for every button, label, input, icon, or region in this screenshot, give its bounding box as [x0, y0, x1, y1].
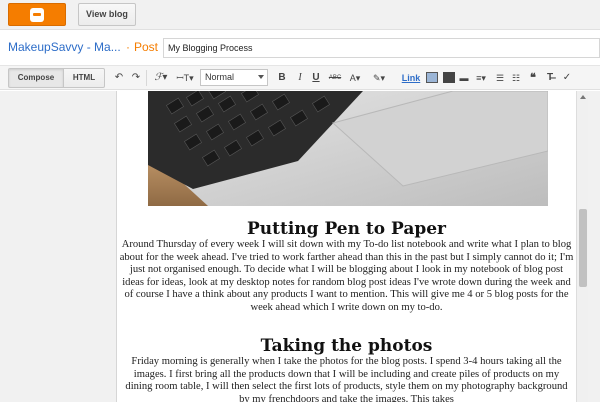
laptop-photo — [148, 91, 548, 206]
laptop-image — [148, 91, 548, 206]
paragraph-2: Friday morning is generally when I take … — [125, 356, 568, 402]
link-button[interactable]: Link — [401, 71, 421, 85]
view-blog-button[interactable]: View blog — [78, 3, 136, 26]
bulleted-list-icon[interactable]: ☷ — [510, 71, 522, 85]
insert-jump-break-icon[interactable]: ▬ — [458, 71, 470, 85]
align-icon[interactable]: ≡▾ — [474, 71, 488, 85]
numbered-list-icon[interactable]: ☰ — [494, 71, 506, 85]
insert-video-icon[interactable] — [443, 72, 455, 83]
paragraph-format-value: Normal — [205, 72, 235, 82]
post-body-editor[interactable]: Putting Pen to Paper Around Thursday of … — [117, 91, 576, 402]
font-size-icon[interactable]: ꟷT▾ — [174, 71, 196, 85]
blogger-icon — [30, 8, 44, 22]
highlight-color-icon[interactable]: ✎▾ — [370, 71, 388, 85]
paragraph-1: Around Thursday of every week I will sit… — [119, 239, 574, 313]
spell-check-icon[interactable]: ✓ — [561, 71, 573, 85]
quote-icon[interactable]: ❝ — [527, 71, 539, 85]
toolbar-divider — [146, 70, 147, 86]
editor-scrollbar[interactable] — [576, 91, 588, 402]
post-title-input[interactable]: My Blogging Process — [163, 38, 600, 58]
strikethrough-button[interactable]: ABC — [327, 71, 343, 85]
scrollbar-thumb[interactable] — [579, 209, 587, 287]
underline-button[interactable]: U — [310, 71, 322, 85]
editor-right-gutter — [588, 91, 600, 402]
html-mode-button[interactable]: HTML — [63, 68, 105, 88]
chevron-down-icon — [258, 75, 264, 79]
breadcrumb-separator: · — [126, 40, 130, 54]
editor-left-gutter — [0, 91, 117, 402]
scroll-up-icon[interactable] — [580, 95, 586, 99]
section-heading-2: Taking the photos — [260, 336, 433, 356]
text-color-icon[interactable]: A▾ — [347, 71, 363, 85]
post-type-label: Post — [134, 40, 159, 54]
undo-icon[interactable]: ↶ — [113, 71, 125, 85]
redo-icon[interactable]: ↷ — [130, 71, 142, 85]
section-heading-1: Putting Pen to Paper — [246, 219, 446, 239]
insert-image-icon[interactable] — [426, 72, 438, 83]
italic-button[interactable]: I — [294, 71, 306, 85]
blogger-logo-button[interactable] — [8, 3, 66, 26]
compose-mode-button[interactable]: Compose — [8, 68, 64, 88]
blog-name-link[interactable]: MakeupSavvy - Ma... — [8, 40, 121, 54]
paragraph-format-select[interactable]: Normal — [200, 69, 268, 86]
remove-formatting-icon[interactable]: T̶ — [544, 71, 556, 85]
bold-button[interactable]: B — [276, 71, 288, 85]
top-bar: View blog — [0, 0, 600, 30]
font-family-icon[interactable]: ℱ▾ — [152, 71, 170, 85]
editor-toolbar: Compose HTML ↶ ↷ ℱ▾ ꟷT▾ Normal B I U ABC… — [0, 66, 600, 90]
